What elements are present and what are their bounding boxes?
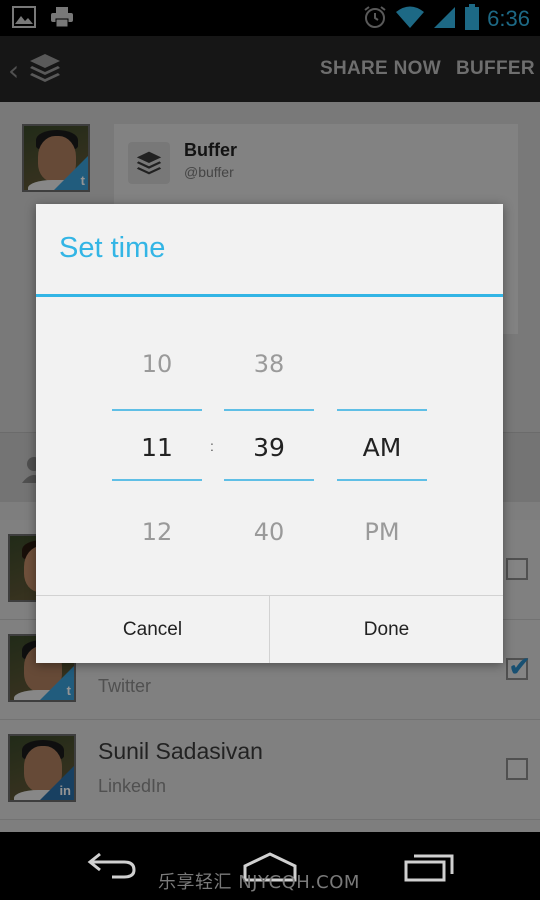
watermark-text: 乐享轻汇 NJYCQH.COM — [158, 872, 360, 893]
hour-top-line — [112, 409, 202, 411]
ampm-current[interactable]: AM — [337, 433, 427, 462]
ampm-next[interactable]: PM — [337, 518, 427, 546]
done-button[interactable]: Done — [269, 596, 503, 663]
dialog-button-bar: Cancel Done — [36, 595, 503, 663]
title-divider — [36, 294, 503, 297]
hour-next[interactable]: 12 — [112, 518, 202, 546]
minute-prev[interactable]: 38 — [224, 350, 314, 378]
dialog-title: Set time — [59, 232, 166, 264]
time-separator: : — [210, 438, 214, 454]
minute-top-line — [224, 409, 314, 411]
hour-bottom-line — [112, 479, 202, 481]
ampm-top-line — [337, 409, 427, 411]
navigation-bar: 乐享轻汇 NJYCQH.COM — [0, 832, 540, 900]
minute-bottom-line — [224, 479, 314, 481]
cancel-button[interactable]: Cancel — [36, 596, 269, 663]
minute-next[interactable]: 40 — [224, 518, 314, 546]
back-icon[interactable] — [86, 850, 138, 884]
hour-current[interactable]: 11 — [112, 433, 202, 462]
set-time-dialog: Set time 10 11 12 : 38 39 40 AM PM Cance… — [36, 204, 503, 663]
recent-apps-icon[interactable] — [404, 852, 454, 886]
hour-prev[interactable]: 10 — [112, 350, 202, 378]
minute-current[interactable]: 39 — [224, 433, 314, 462]
ampm-bottom-line — [337, 479, 427, 481]
